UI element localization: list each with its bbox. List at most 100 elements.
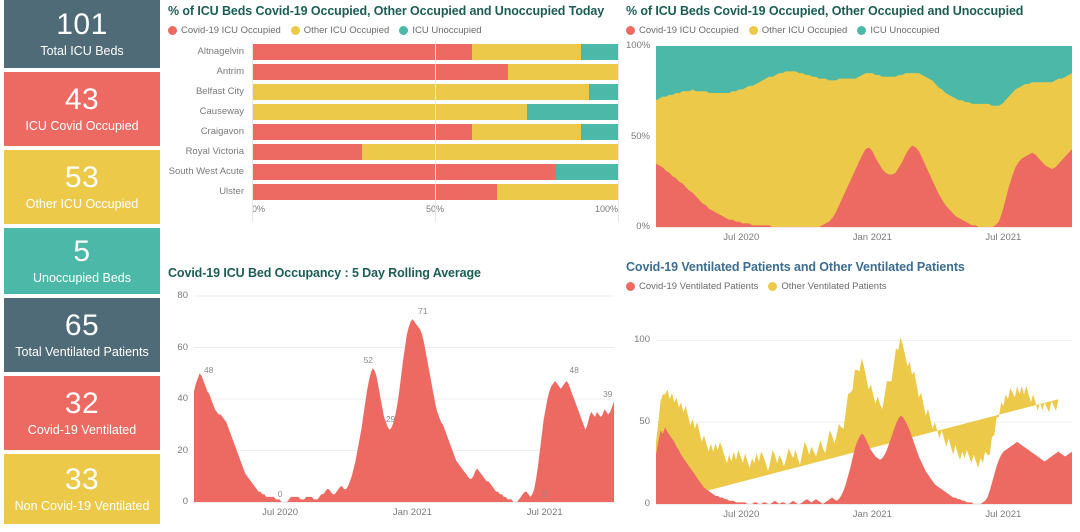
icu-rolling-xtick: Jul 2021 bbox=[526, 507, 563, 518]
icu-rolling-xtick: Jul 2020 bbox=[262, 507, 299, 518]
icu-rolling-ytick: 0 bbox=[182, 496, 188, 507]
vent-timeseries-xtick: Jul 2020 bbox=[723, 509, 760, 520]
hbar-segment[interactable] bbox=[252, 183, 498, 200]
kpi-tile-covid-19-ventilated[interactable]: 32 Covid-19 Ventilated bbox=[4, 376, 160, 450]
icu-rolling-ytick: 40 bbox=[177, 393, 188, 404]
hbar-row[interactable]: Antrim bbox=[168, 62, 618, 81]
hospital-bar-title: % of ICU Beds Covid-19 Occupied, Other O… bbox=[168, 4, 605, 18]
legend-swatch-icon bbox=[768, 282, 778, 291]
hospital-bar-panel: % of ICU Beds Covid-19 Occupied, Other O… bbox=[168, 4, 619, 260]
icu-rolling-ytick: 80 bbox=[177, 290, 188, 301]
hbar-gridline bbox=[618, 42, 619, 222]
pct-legend-item[interactable]: Other ICU Occupied bbox=[748, 25, 847, 36]
hbar-row[interactable]: Royal Victoria bbox=[168, 142, 618, 161]
vent-timeseries-ytick: 100 bbox=[634, 334, 650, 346]
kpi-tile-other-icu-occupied[interactable]: 53 Other ICU Occupied bbox=[4, 150, 160, 224]
vent-timeseries-panel: Covid-19 Ventilated Patients and Other V… bbox=[626, 260, 1076, 532]
hbar-segment[interactable] bbox=[252, 43, 472, 60]
vent-legend-item[interactable]: Covid-19 Ventilated Patients bbox=[626, 281, 758, 292]
kpi-tile-total-icu-beds[interactable]: 101 Total ICU Beds bbox=[4, 0, 160, 68]
kpi-label: Non Covid-19 Ventilated bbox=[14, 499, 150, 514]
pct-timeseries-plot bbox=[656, 46, 1072, 228]
legend-swatch-icon bbox=[290, 26, 300, 35]
kpi-value: 101 bbox=[56, 7, 108, 41]
icu-rolling-data-label: 0 bbox=[277, 489, 283, 499]
hbar-xtick: 0% bbox=[252, 204, 266, 214]
kpi-value: 43 bbox=[64, 82, 100, 116]
icu-rolling-title: Covid-19 ICU Bed Occupancy : 5 Day Rolli… bbox=[168, 266, 481, 280]
hbar-segment[interactable] bbox=[497, 183, 618, 200]
legend-label: Covid-19 Ventilated Patients bbox=[639, 281, 759, 292]
legend-swatch-icon bbox=[748, 26, 758, 35]
legend-swatch-icon bbox=[168, 26, 177, 35]
vent-legend-item[interactable]: Other Ventilated Patients bbox=[768, 281, 886, 292]
hbar-segment[interactable] bbox=[581, 43, 618, 60]
icu-rolling-panel: Covid-19 ICU Bed Occupancy : 5 Day Rolli… bbox=[168, 266, 618, 530]
hbar-category-label: Altnagelvin bbox=[197, 46, 244, 57]
pct-timeseries-ytick: 100% bbox=[626, 40, 651, 51]
kpi-tile-total-ventilated-patients[interactable]: 65 Total Ventilated Patients bbox=[4, 298, 160, 372]
hbar-segment[interactable] bbox=[471, 123, 582, 140]
kpi-tile-icu-covid-occupied[interactable]: 43 ICU Covid Occupied bbox=[4, 72, 160, 146]
hbar-segment[interactable] bbox=[252, 103, 527, 120]
vent-timeseries-xtick: Jan 2021 bbox=[852, 509, 892, 520]
legend-label: ICU Unoccupied bbox=[412, 25, 482, 36]
vent-timeseries-ytick: 50 bbox=[639, 416, 650, 428]
hbar-row[interactable]: Causeway bbox=[168, 102, 618, 121]
hbar-segment[interactable] bbox=[508, 63, 618, 80]
icu-rolling-series-area bbox=[194, 319, 614, 502]
icu-rolling-data-label: 39 bbox=[602, 388, 613, 399]
hbar-category-label: Antrim bbox=[216, 66, 244, 77]
hbar-segment[interactable] bbox=[252, 123, 472, 140]
legend-swatch-icon bbox=[626, 282, 635, 291]
hbar-segment[interactable] bbox=[252, 163, 556, 180]
hbar-segment[interactable] bbox=[252, 83, 589, 100]
pct-timeseries-legend: Covid-19 ICU Occupied Other ICU Occupied I… bbox=[626, 25, 1076, 36]
hbar-category-label: Belfast City bbox=[195, 86, 244, 97]
hbar-row[interactable]: Ulster bbox=[168, 182, 618, 201]
hbar-segment[interactable] bbox=[471, 43, 582, 60]
hospital-bar-legend: Covid-19 ICU Occupied Other ICU Occupied I… bbox=[168, 25, 618, 36]
hbar-segment[interactable] bbox=[361, 143, 618, 160]
hbar-gridline bbox=[252, 42, 253, 222]
kpi-tile-unoccupied-beds[interactable]: 5 Unoccupied Beds bbox=[4, 228, 160, 294]
pct-timeseries-ytick: 0% bbox=[636, 221, 650, 232]
icu-rolling-ytick: 20 bbox=[177, 444, 188, 456]
kpi-label: ICU Covid Occupied bbox=[25, 119, 139, 134]
hbar-segment[interactable] bbox=[555, 163, 618, 180]
hbar-segment[interactable] bbox=[252, 63, 509, 80]
hbar-gridline bbox=[435, 42, 436, 222]
legend-label: ICU Unoccupied bbox=[870, 25, 940, 36]
hbar-segment[interactable] bbox=[581, 123, 618, 140]
legend-swatch-icon bbox=[626, 26, 635, 35]
hbar-category-label: Craigavon bbox=[200, 126, 244, 137]
hbar-segment[interactable] bbox=[588, 83, 618, 100]
pct-timeseries-panel: % of ICU Beds Covid-19 Occupied, Other O… bbox=[626, 4, 1076, 260]
hbar-category-label: Royal Victoria bbox=[185, 146, 244, 157]
kpi-value: 65 bbox=[64, 308, 100, 342]
icu-rolling-data-label: 29 bbox=[385, 414, 396, 425]
hospital-legend-item[interactable]: Other ICU Occupied bbox=[290, 25, 389, 36]
hbar-row[interactable]: Altnagelvin bbox=[168, 42, 618, 61]
icu-rolling-data-label: 48 bbox=[203, 365, 214, 376]
kpi-label: Other ICU Occupied bbox=[25, 197, 139, 212]
hospital-legend-item[interactable]: ICU Unoccupied bbox=[399, 25, 482, 36]
kpi-value: 33 bbox=[64, 462, 100, 496]
kpi-label: Covid-19 Ventilated bbox=[27, 423, 137, 438]
hbar-row[interactable]: Belfast City bbox=[168, 82, 618, 101]
hbar-row[interactable]: Craigavon bbox=[168, 122, 618, 141]
icu-rolling-ytick: 60 bbox=[177, 341, 188, 353]
icu-rolling-xtick: Jan 2021 bbox=[392, 507, 432, 518]
kpi-column: 101 Total ICU Beds 43 ICU Covid Occupied 53 O… bbox=[0, 0, 164, 532]
legend-label: Other Ventilated Patients bbox=[781, 281, 887, 292]
vent-timeseries-ytick: 0 bbox=[644, 498, 650, 509]
hbar-segment[interactable] bbox=[252, 143, 362, 160]
kpi-tile-non-covid-19-ventilated[interactable]: 33 Non Covid-19 Ventilated bbox=[4, 454, 160, 524]
hbar-row[interactable]: South West Acute bbox=[168, 162, 618, 181]
pct-legend-item[interactable]: ICU Unoccupied bbox=[857, 25, 940, 36]
vent-timeseries-plot bbox=[656, 337, 1072, 505]
pct-legend-item[interactable]: Covid-19 ICU Occupied bbox=[626, 25, 739, 36]
hbar-segment[interactable] bbox=[526, 103, 618, 120]
hospital-legend-item[interactable]: Covid-19 ICU Occupied bbox=[168, 25, 281, 36]
vent-timeseries-chart: 100 50 0 Jul 2020 Jan 2021 Jul 2021 bbox=[626, 318, 1076, 528]
